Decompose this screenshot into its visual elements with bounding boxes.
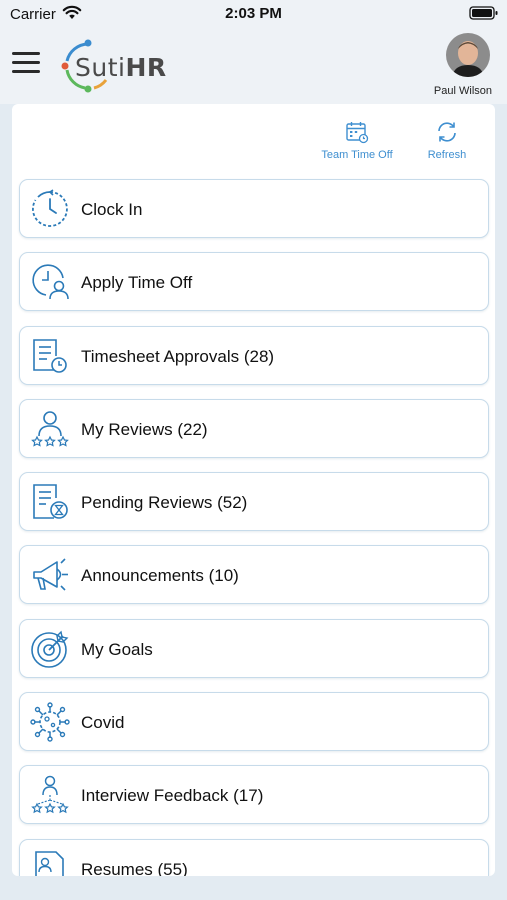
menu-item-my-reviews[interactable]: My Reviews (22)	[19, 398, 489, 458]
team-time-off-button[interactable]: Team Time Off	[316, 120, 398, 161]
refresh-label: Refresh	[427, 149, 467, 161]
menu-item-label: My Goals	[81, 639, 153, 659]
resume-icon	[35, 850, 64, 876]
menu-item-label: Announcements (10)	[81, 566, 239, 586]
virus-icon	[30, 702, 70, 742]
dashboard-card: Team Time Off Refresh Clock In Apply Tim…	[12, 104, 495, 876]
menu-item-timesheet-approvals[interactable]: Timesheet Approvals (28)	[19, 325, 489, 385]
menu-item-pending-reviews[interactable]: Pending Reviews (52)	[19, 472, 489, 532]
refresh-button[interactable]: Refresh	[422, 120, 472, 161]
menu-item-apply-time-off[interactable]: Apply Time Off	[19, 252, 489, 312]
menu-item-interview-feedback[interactable]: Interview Feedback (17)	[19, 765, 489, 825]
menu-item-label: Pending Reviews (52)	[81, 493, 248, 513]
menu-item-covid[interactable]: Covid	[19, 692, 489, 752]
menu-item-label: Clock In	[81, 200, 143, 219]
logo-text-suti: Suti	[75, 53, 126, 82]
pending-reviews-icon	[33, 484, 68, 519]
menu-item-label: My Reviews (22)	[81, 419, 208, 439]
status-bar: Carrier 2:03 PM	[0, 0, 507, 30]
menu-item-my-goals[interactable]: My Goals	[19, 618, 489, 678]
menu-item-label: Resumes (55)	[81, 859, 188, 876]
menu-list: Clock In Apply Time Off Timesheet Approv…	[19, 179, 489, 876]
menu-item-label: Interview Feedback (17)	[81, 786, 264, 806]
menu-item-announcements[interactable]: Announcements (10)	[19, 545, 489, 605]
menu-item-label: Apply Time Off	[81, 273, 193, 293]
time-off-icon	[32, 264, 69, 300]
menu-item-clock-in[interactable]: Clock In	[19, 179, 489, 238]
interview-icon	[31, 776, 69, 814]
hamburger-menu-button[interactable]	[12, 52, 40, 76]
megaphone-icon	[33, 558, 68, 592]
refresh-icon	[438, 122, 456, 142]
avatar[interactable]	[446, 33, 490, 77]
target-icon	[31, 630, 69, 668]
sutihr-logo: SutiHR	[58, 36, 166, 96]
clock-icon	[32, 189, 68, 227]
reviews-icon	[31, 411, 69, 447]
calendar-icon	[346, 122, 369, 144]
app-header: SutiHR Paul Wilson	[0, 30, 507, 104]
logo-text-hr: HR	[125, 53, 167, 82]
timesheet-icon	[33, 338, 67, 373]
menu-item-label: Timesheet Approvals (28)	[81, 346, 275, 366]
menu-item-label: Covid	[81, 713, 125, 733]
clock-time: 2:03 PM	[225, 5, 282, 22]
team-time-off-label: Team Time Off	[321, 149, 393, 161]
user-name: Paul Wilson	[433, 85, 492, 97]
menu-item-resumes[interactable]: Resumes (55)	[19, 838, 489, 876]
battery-icon	[469, 5, 499, 26]
